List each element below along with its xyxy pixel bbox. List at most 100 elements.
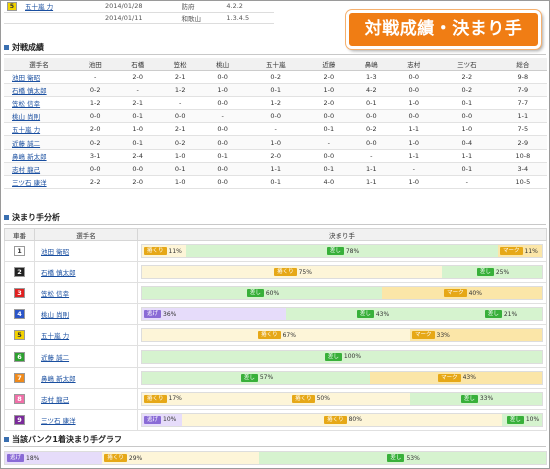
record-cell: 1-0	[243, 135, 308, 150]
page-frame: 5 五十嵐 力 2014/01/28 防府 4.2.2 2014/01/11 和…	[0, 0, 550, 469]
table-row: 3 笠松 信幸 差し 60% マーク 40%	[4, 282, 547, 305]
section-label: 対戦成績	[12, 43, 44, 52]
percent-label: 43%	[462, 374, 476, 382]
record-cell: 0-0	[201, 122, 244, 137]
record-cell: 9-8	[498, 70, 547, 84]
player-name-cell: 五十嵐 力	[34, 324, 138, 347]
record-cell: 0-0	[307, 109, 351, 124]
rank-cell: 9	[4, 408, 35, 431]
divider	[4, 54, 546, 55]
bar-segment: 捲くり 50%	[210, 392, 410, 405]
kimarite-label: 差し	[326, 247, 344, 256]
player-link[interactable]: 近藤 誠二	[41, 354, 69, 362]
player-link[interactable]: 桃山 尚則	[41, 311, 69, 319]
col-header: 三ツ石	[434, 58, 499, 71]
record-cell: 0-0	[201, 96, 244, 111]
kimarite-bar-cell: 差し 57% マーク 43%	[137, 366, 547, 389]
player-link[interactable]: 笠松 信幸	[12, 100, 40, 108]
record-cell: -	[434, 175, 499, 190]
bar-segment: 差し 57%	[142, 371, 370, 384]
player-link[interactable]: 石橋 慎太郎	[12, 87, 47, 95]
player-link[interactable]: 三ツ石 康洋	[41, 417, 76, 425]
record-cell: 0-2	[158, 135, 202, 150]
record-cell: 4-2	[350, 83, 393, 97]
record-cell: 1-1	[350, 175, 393, 190]
player-link[interactable]: 近藤 誠二	[12, 140, 40, 148]
player-link[interactable]: 池田 衛昭	[41, 248, 69, 256]
percent-label: 29%	[128, 454, 143, 462]
kimarite-bar-cell: 逃げ 36% 差し 43% 差し 21%	[137, 303, 547, 326]
kimarite-table: 車番 選手名 決まり手 1 池田 衛昭 捲くり 11% 差し 78% マーク 11% 2 石橋 慎…	[4, 228, 547, 431]
result-value: 1.3.4.5	[223, 12, 274, 24]
player-link[interactable]: 志村 龍己	[12, 166, 40, 174]
table-row: 近藤 誠二 0-2 0-1 0-2 0-0 1-0-0-0 1-0 0-4 2-9	[4, 135, 547, 150]
kimarite-label: 捲くり	[258, 331, 281, 340]
player-link[interactable]: 石橋 慎太郎	[41, 269, 76, 277]
rank-cell: 8	[4, 387, 35, 410]
section-label: 当該バンク1着決まり手グラフ	[12, 435, 122, 444]
bar-segment: 捲くり 80%	[182, 413, 502, 426]
player-name-cell: 五十嵐 力	[4, 122, 74, 137]
record-cell: 0-1	[243, 175, 308, 190]
record-cell: 0-1	[243, 83, 308, 97]
player-name-cell: 鼻嶋 新太郎	[4, 149, 74, 163]
kimarite-label: 差し	[476, 268, 494, 277]
record-cell: 0-1	[116, 135, 159, 150]
kimarite-bar-cell: 捲くり 17% 捲くり 50% 差し 33%	[137, 387, 547, 410]
record-cell: 1-3	[350, 70, 393, 84]
player-link[interactable]: 鼻嶋 新太郎	[41, 375, 76, 383]
rank-cell: 6	[4, 345, 35, 368]
player-link[interactable]: 笠松 信幸	[41, 290, 69, 298]
player-link[interactable]: 三ツ石 康洋	[12, 179, 47, 187]
record-cell: 2-4	[116, 149, 159, 163]
kimarite-label: マーク	[412, 331, 435, 340]
player-name-cell: 鼻嶋 新太郎	[34, 366, 138, 389]
title-banner: 対戦成績・決まり手	[346, 10, 541, 49]
col-header-name: 選手名	[34, 228, 138, 241]
rank-badge: 4	[14, 309, 25, 320]
player-link[interactable]: 五十嵐 力	[25, 3, 53, 11]
record-cell: 1-1	[243, 162, 308, 177]
record-cell: 0-0	[434, 109, 499, 124]
percent-label: 53%	[406, 454, 420, 462]
percent-label: 11%	[168, 247, 182, 255]
kimarite-label: マーク	[438, 373, 461, 382]
rank-cell: 2	[4, 261, 35, 284]
player-link[interactable]: 五十嵐 力	[12, 126, 40, 134]
record-cell: 0-1	[201, 149, 244, 163]
player-link[interactable]: 桃山 尚則	[12, 113, 40, 121]
record-cell: 1-1	[434, 149, 499, 163]
record-cell: 2-2	[434, 70, 499, 84]
record-cell: 0-0	[201, 135, 244, 150]
bar-segment: 差し 43%	[286, 308, 458, 321]
table-row: 9 三ツ石 康洋 逃げ 10% 捲くり 80% 差し 10%	[4, 408, 547, 431]
record-cell: 1-0	[392, 175, 435, 190]
player-link[interactable]: 池田 衛昭	[12, 74, 40, 82]
record-cell: 0-0	[158, 109, 202, 124]
section-bank-title: 当該バンク1着決まり手グラフ	[4, 434, 122, 445]
kimarite-label: 差し	[506, 415, 524, 424]
record-cell: 1-0	[158, 175, 202, 190]
record-cell: 1-2	[243, 96, 308, 111]
head-to-head-table: 選手名 池田 石橋 笠松 桃山 五十嵐 近藤 鼻嶋 志村 三ツ石 総合 池田 衛昭 -2-0 2-1 0-…	[4, 58, 547, 190]
rank-cell: 4	[4, 303, 35, 326]
bar-segment: 差し 100%	[142, 350, 542, 363]
kimarite-label: 捲くり	[292, 394, 315, 403]
player-link[interactable]: 鼻嶋 新太郎	[12, 153, 47, 161]
col-header: 石橋	[116, 58, 159, 71]
record-cell: 2-2	[74, 175, 117, 190]
player-name-cell: 笠松 信幸	[34, 282, 138, 305]
record-cell: -	[392, 162, 435, 177]
player-link[interactable]: 志村 龍己	[41, 396, 69, 404]
col-header-kimarite: 決まり手	[137, 228, 547, 241]
kimarite-label: 捲くり	[144, 394, 167, 403]
kimarite-label: 逃げ	[7, 454, 25, 462]
record-cell: 3-4	[498, 162, 547, 177]
player-name-cell: 桃山 尚則	[4, 109, 74, 124]
record-cell: 0-1	[350, 96, 393, 111]
kimarite-bar-cell: 捲くり 67% マーク 33%	[137, 324, 547, 347]
record-cell: 2-0	[243, 149, 308, 163]
record-cell: 0-1	[116, 109, 159, 124]
kimarite-bar: 逃げ 10% 捲くり 80% 差し 10%	[141, 412, 543, 427]
player-link[interactable]: 五十嵐 力	[41, 332, 69, 340]
